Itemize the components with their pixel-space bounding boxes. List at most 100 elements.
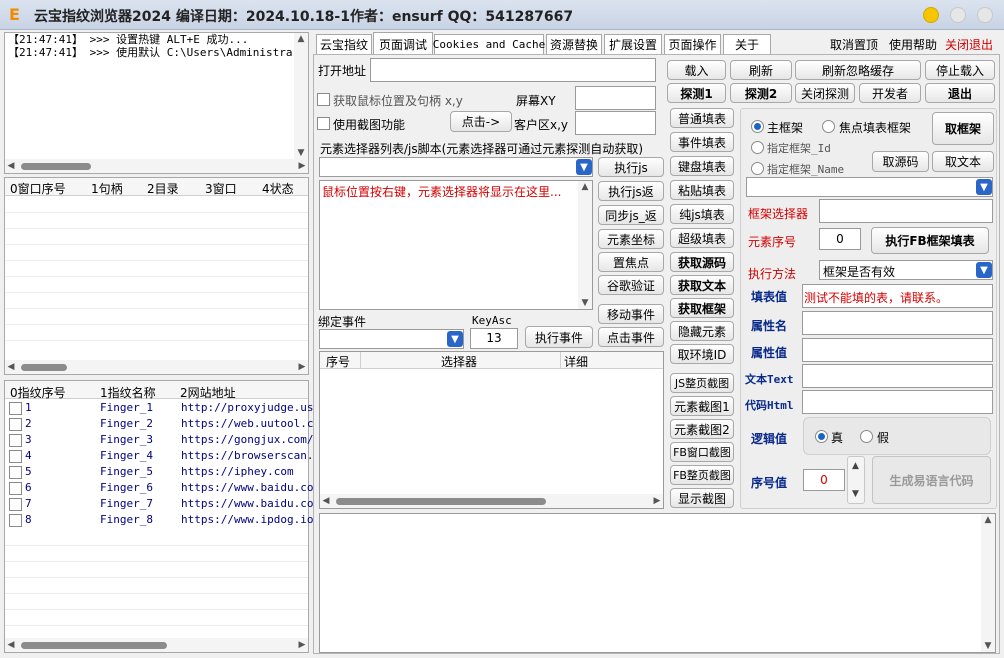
table-row[interactable]: 6 Finger_6 https://www.baidu.com/	[5, 481, 327, 497]
click-event-button[interactable]: 点击事件	[598, 327, 664, 347]
chevron-down-icon[interactable]: ▼	[976, 262, 992, 278]
open-url-input[interactable]	[370, 58, 656, 82]
screen-xy-input[interactable]	[575, 86, 656, 110]
row-checkbox[interactable]	[9, 482, 22, 495]
get-frame-button[interactable]: 获取框架	[670, 298, 734, 318]
table-row[interactable]: 4 Finger_4 https://browserscan.ne	[5, 449, 327, 465]
load-button[interactable]: 载入	[667, 60, 726, 80]
log-vscroll[interactable]: ▲ ▼	[294, 33, 308, 159]
probe1-button[interactable]: 探测1	[667, 83, 726, 103]
tab-page-debug[interactable]: 页面调试	[373, 32, 433, 55]
paste-fill-button[interactable]: 粘贴填表	[670, 180, 734, 200]
selector-textarea[interactable]: 鼠标位置按右键，元素选择器将显示在这里... ▲ ▼	[319, 180, 593, 310]
use-screenshot-checkbox[interactable]	[317, 117, 330, 130]
row-checkbox[interactable]	[9, 402, 22, 415]
tab-page-operation[interactable]: 页面操作	[664, 34, 721, 54]
developer-button[interactable]: 开发者	[859, 83, 921, 103]
window-list-hscroll[interactable]: ◀ ▶	[5, 360, 308, 374]
col-handle[interactable]: 1句柄	[91, 180, 123, 197]
result-hscroll[interactable]: ◀ ▶	[320, 494, 663, 508]
log-hscroll[interactable]: ◀ ▶	[5, 159, 308, 173]
pure-js-fill-button[interactable]: 纯js填表	[670, 204, 734, 224]
get-source-button[interactable]: 获取源码	[670, 252, 734, 272]
table-row[interactable]: 1 Finger_1 http://proxyjudge.us	[5, 401, 313, 417]
table-row[interactable]: 2 Finger_2 https://web.uutool.cn	[5, 417, 320, 433]
fb-fullpage-screenshot-button[interactable]: FB整页截图	[670, 465, 734, 485]
html-input[interactable]	[802, 390, 993, 414]
stepper-down-icon[interactable]: ▼	[852, 489, 859, 499]
exec-fb-fill-button[interactable]: 执行FB框架填表	[871, 227, 989, 254]
stepper-up-icon[interactable]: ▲	[852, 461, 859, 471]
back-button[interactable]: 退出	[925, 83, 995, 103]
tab-resource-replace[interactable]: 资源替换	[546, 34, 602, 54]
frame-name-radio[interactable]	[751, 162, 764, 175]
tab-extension-settings[interactable]: 扩展设置	[604, 34, 662, 54]
col-selector[interactable]: 选择器	[441, 353, 477, 370]
col-detail[interactable]: 详细	[564, 353, 588, 370]
frame-id-radio[interactable]	[751, 141, 764, 154]
minimize-button[interactable]	[923, 7, 939, 23]
exec-js-button[interactable]: 执行js	[598, 157, 664, 177]
gen-code-button[interactable]: 生成易语言代码	[872, 456, 991, 504]
index-value-input[interactable]: 0	[803, 469, 845, 491]
table-row[interactable]: 8 Finger_8 https://www.ipdog.io/	[5, 513, 320, 529]
close-exit-link[interactable]: 关闭退出	[945, 36, 993, 53]
get-env-id-button[interactable]: 取环境ID	[670, 344, 734, 364]
click-button[interactable]: 点击->	[450, 111, 512, 132]
refresh-button[interactable]: 刷新	[730, 60, 792, 80]
table-row[interactable]: 3 Finger_3 https://gongjux.com/f	[5, 433, 320, 449]
keyboard-fill-button[interactable]: 键盘填表	[670, 156, 734, 176]
close-probe-button[interactable]: 关闭探测	[795, 83, 855, 103]
tab-yunbao-finger[interactable]: 云宝指纹	[316, 34, 372, 54]
element-screenshot2-button[interactable]: 元素截图2	[670, 419, 734, 439]
keyasc-input[interactable]: 13	[470, 328, 518, 349]
col-index[interactable]: 序号	[326, 353, 350, 370]
table-row[interactable]: 7 Finger_7 https://www.baidu.com/	[5, 497, 327, 513]
logic-true-radio[interactable]	[815, 430, 828, 443]
row-checkbox[interactable]	[9, 418, 22, 431]
cancel-top-link[interactable]: 取消置顶	[830, 36, 878, 53]
normal-fill-button[interactable]: 普通填表	[670, 108, 734, 128]
finger-list-hscroll[interactable]: ◀ ▶	[5, 638, 308, 652]
element-screenshot1-button[interactable]: 元素截图1	[670, 396, 734, 416]
get-text-small-button[interactable]: 取文本	[932, 151, 994, 172]
selector-combo[interactable]	[319, 157, 593, 177]
bind-event-combo[interactable]	[319, 329, 464, 349]
col-window-index[interactable]: 0窗口序号	[10, 180, 66, 197]
row-checkbox[interactable]	[9, 450, 22, 463]
get-mouse-checkbox[interactable]	[317, 93, 330, 106]
attr-value-input[interactable]	[802, 338, 993, 362]
table-row[interactable]: 5 Finger_5 https://iphey.com	[5, 465, 305, 481]
col-status[interactable]: 4状态	[262, 180, 294, 197]
set-focus-button[interactable]: 置焦点	[598, 252, 664, 272]
refresh-no-cache-button[interactable]: 刷新忽略缓存	[795, 60, 921, 80]
col-finger-name[interactable]: 1指纹名称	[100, 384, 156, 401]
col-directory[interactable]: 2目录	[147, 180, 179, 197]
tab-cookies-cache[interactable]: Cookies and Cache	[433, 34, 545, 54]
row-checkbox[interactable]	[9, 466, 22, 479]
event-fill-button[interactable]: 事件填表	[670, 132, 734, 152]
row-checkbox[interactable]	[9, 514, 22, 527]
super-fill-button[interactable]: 超级填表	[670, 228, 734, 248]
show-screenshot-button[interactable]: 显示截图	[670, 488, 734, 508]
js-fullpage-screenshot-button[interactable]: JS整页截图	[670, 373, 734, 393]
help-link[interactable]: 使用帮助	[889, 36, 937, 53]
selector-vscroll[interactable]: ▲ ▼	[578, 181, 592, 309]
client-xy-input[interactable]	[575, 111, 656, 135]
get-frame-big-button[interactable]: 取框架	[932, 112, 994, 145]
get-text-button[interactable]: 获取文本	[670, 275, 734, 295]
exec-js-return-button[interactable]: 执行js返	[598, 181, 664, 201]
chevron-down-icon[interactable]: ▼	[576, 159, 592, 175]
chevron-down-icon[interactable]: ▼	[447, 331, 463, 347]
row-checkbox[interactable]	[9, 434, 22, 447]
output-vscroll[interactable]: ▲ ▼	[981, 514, 995, 652]
tab-about[interactable]: 关于	[723, 34, 771, 54]
probe2-button[interactable]: 探测2	[730, 83, 792, 103]
chevron-down-icon[interactable]: ▼	[976, 179, 992, 195]
element-index-input[interactable]: 0	[819, 228, 861, 250]
get-source-small-button[interactable]: 取源码	[872, 151, 929, 172]
fb-window-screenshot-button[interactable]: FB窗口截图	[670, 442, 734, 462]
col-site-url[interactable]: 2网站地址	[180, 384, 236, 401]
col-window[interactable]: 3窗口	[205, 180, 237, 197]
fill-value-input[interactable]: 测试不能填的表，请联系。	[802, 284, 993, 308]
